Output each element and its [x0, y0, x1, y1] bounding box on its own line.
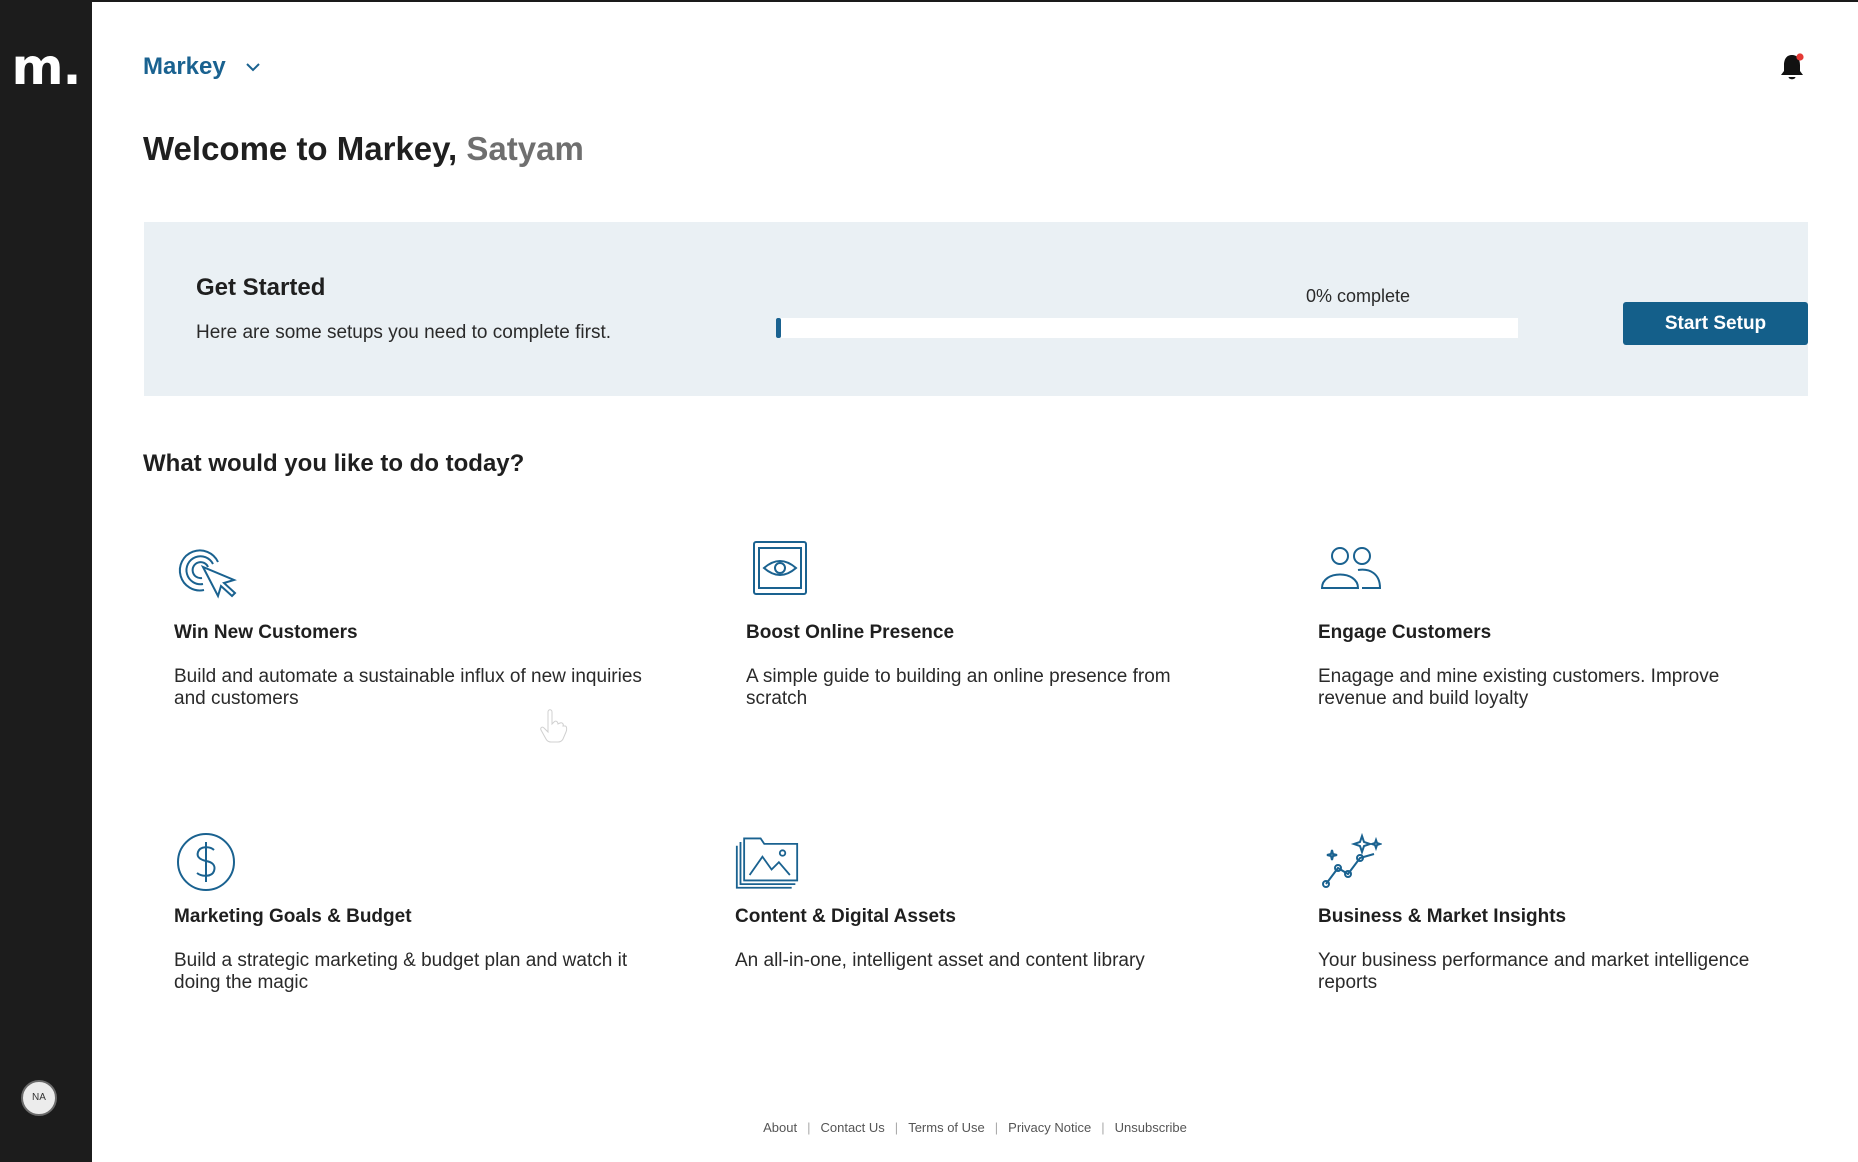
- get-started-subtitle: Here are some setups you need to complet…: [196, 322, 612, 343]
- user-avatar[interactable]: NA: [21, 1080, 57, 1116]
- main-content: Markey Welcome to Markey, Satyam Get Sta…: [92, 0, 1858, 1162]
- eye-window-icon: [753, 541, 807, 595]
- card-title: Boost Online Presence: [746, 622, 955, 643]
- footer: About | Contact Us | Terms of Use | Privacy No…: [92, 1120, 1858, 1135]
- card-boost-online-presence[interactable]: Boost Online Presence A simple guide to …: [746, 540, 1226, 720]
- card-engage-customers[interactable]: Engage Customers Enagage and mine existi…: [1318, 540, 1798, 720]
- footer-separator: |: [807, 1120, 811, 1135]
- users-icon: [1320, 547, 1382, 589]
- card-title: Engage Customers: [1318, 622, 1492, 643]
- card-description: Build a strategic marketing & budget pla…: [174, 950, 628, 993]
- card-title: Business & Market Insights: [1318, 906, 1567, 927]
- card-title: Win New Customers: [174, 622, 358, 643]
- chevron-down-icon: [246, 63, 260, 72]
- card-description: An all-in-one, intelligent asset and con…: [735, 950, 1145, 971]
- footer-link-about[interactable]: About: [763, 1120, 797, 1135]
- image-folder-icon: [735, 837, 799, 889]
- card-description: A simple guide to building an online pre…: [746, 666, 1171, 709]
- org-name: Markey: [143, 53, 226, 80]
- progress-fill: [776, 318, 781, 338]
- card-description: Your business performance and market int…: [1318, 950, 1750, 993]
- sparkle-chart-icon: [1322, 832, 1382, 888]
- footer-link-contact[interactable]: Contact Us: [820, 1120, 884, 1135]
- welcome-prefix: Welcome to Markey,: [143, 130, 467, 167]
- footer-separator: |: [1101, 1120, 1105, 1135]
- footer-link-privacy[interactable]: Privacy Notice: [1008, 1120, 1091, 1135]
- user-name: Satyam: [466, 130, 584, 167]
- footer-link-terms[interactable]: Terms of Use: [908, 1120, 985, 1135]
- card-description: Build and automate a sustainable influx …: [174, 666, 642, 709]
- dollar-circle-icon: [177, 833, 235, 891]
- section-title: What would you like to do today?: [143, 450, 525, 477]
- hand-pointer-icon: [540, 709, 568, 743]
- start-setup-button[interactable]: Start Setup: [1623, 302, 1808, 345]
- bell-icon[interactable]: [1778, 52, 1806, 82]
- footer-link-unsubscribe[interactable]: Unsubscribe: [1115, 1120, 1187, 1135]
- card-title: Marketing Goals & Budget: [174, 906, 412, 927]
- progress-label: 0% complete: [1305, 286, 1410, 306]
- sidebar: m. NA: [0, 0, 92, 1162]
- card-description: Enagage and mine existing customers. Imp…: [1318, 666, 1720, 709]
- footer-separator: |: [894, 1120, 899, 1135]
- page-title: Welcome to Markey, Satyam: [143, 130, 584, 168]
- card-business-market-insights[interactable]: Business & Market Insights Your business…: [1318, 832, 1798, 1002]
- get-started-panel: Get Started Here are some setups you nee…: [144, 222, 1808, 396]
- card-title: Content & Digital Assets: [735, 906, 956, 927]
- card-marketing-goals-budget[interactable]: Marketing Goals & Budget Build a strateg…: [174, 832, 654, 1002]
- org-switcher[interactable]: Markey: [143, 52, 262, 82]
- setup-progress-bar: [776, 318, 1518, 338]
- markey-logo[interactable]: m.: [10, 42, 82, 92]
- get-started-title: Get Started: [196, 274, 326, 301]
- footer-separator: |: [994, 1120, 999, 1135]
- card-content-digital-assets[interactable]: Content & Digital Assets An all-in-one, …: [735, 832, 1215, 1002]
- notification-dot: [1796, 53, 1804, 61]
- card-win-new-customers[interactable]: Win New Customers Build and automate a s…: [174, 540, 654, 720]
- cursor-click-icon: [178, 549, 237, 599]
